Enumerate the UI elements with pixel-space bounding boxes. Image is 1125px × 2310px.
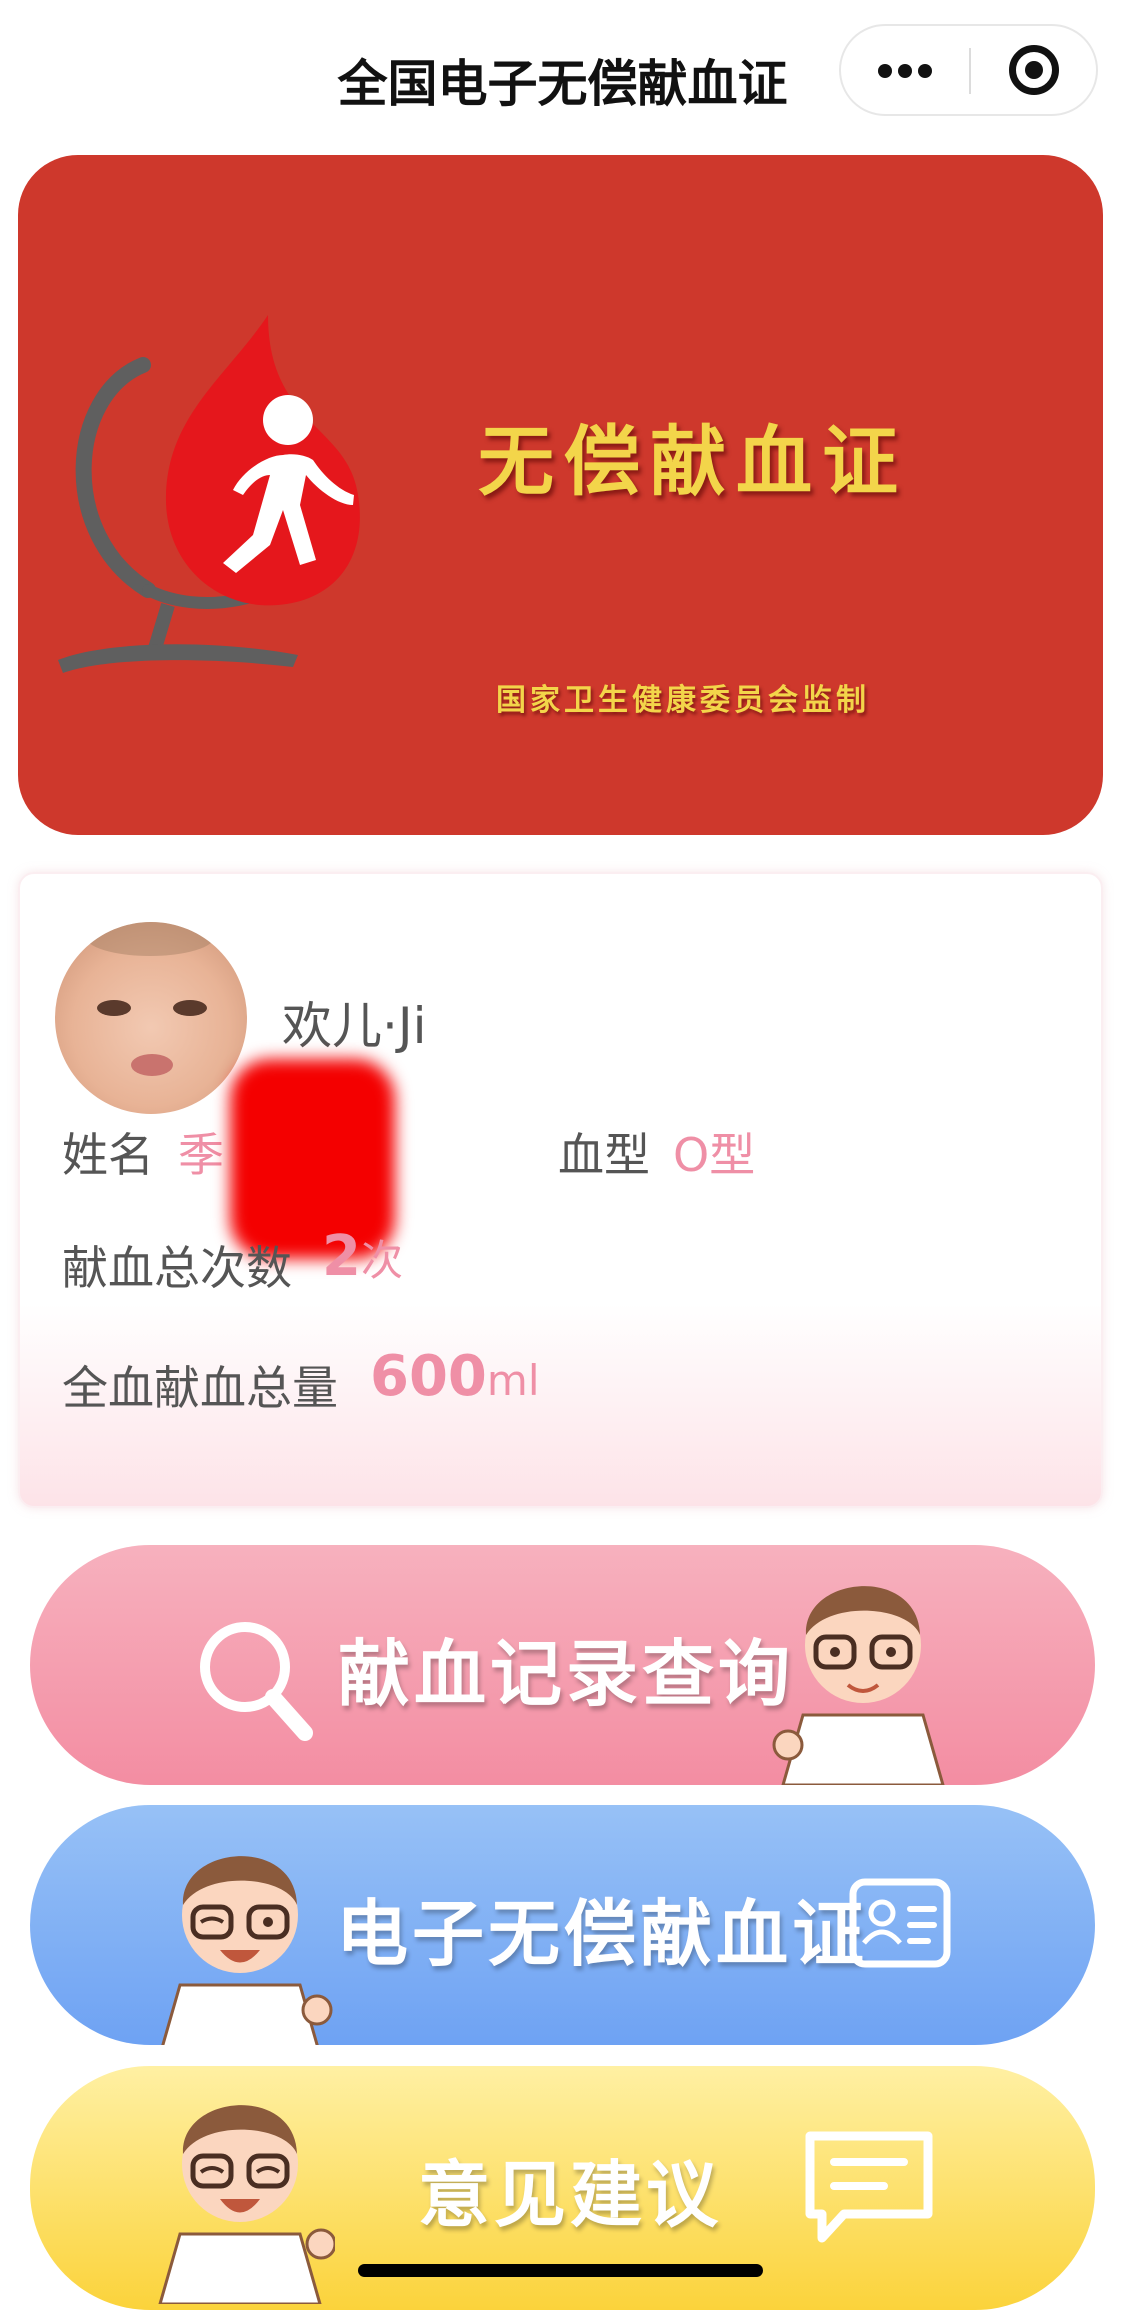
target-close-icon[interactable] — [971, 26, 1098, 114]
profile-card: 欢儿·Ji 姓名 季 血型 O型 献血总次数 2次 全血献血总量 600ml — [18, 872, 1103, 1508]
donation-count-unit: 次 — [360, 1236, 403, 1285]
user-nickname: 欢儿·Ji — [282, 997, 427, 1055]
certificate-issuer: 国家卫生健康委员会监制 — [496, 683, 870, 718]
certificate-card[interactable]: 无偿献血证 国家卫生健康委员会监制 — [18, 155, 1103, 835]
blood-type-value: O型 — [673, 1128, 756, 1182]
total-volume: 600ml — [370, 1344, 540, 1409]
id-card-icon — [849, 1878, 951, 1968]
donation-record-query-label: 献血记录查询 — [338, 1632, 795, 1716]
blood-donation-globe-logo — [58, 315, 360, 673]
donation-count-value: 2 — [322, 1224, 361, 1289]
page-title: 全国电子无偿献血证 — [337, 55, 788, 113]
total-volume-unit: ml — [486, 1356, 540, 1405]
donation-count: 2次 — [322, 1224, 403, 1289]
search-icon — [200, 1622, 313, 1741]
more-dots-icon[interactable] — [841, 26, 969, 114]
miniprogram-capsule — [839, 24, 1098, 116]
feedback-label: 意见建议 — [418, 2153, 723, 2237]
total-volume-value: 600 — [370, 1344, 487, 1409]
blood-type-label: 血型 — [558, 1128, 650, 1182]
electronic-certificate-label: 电子无偿献血证 — [336, 1892, 869, 1976]
message-bubble-icon — [805, 2131, 933, 2243]
donation-count-label: 献血总次数 — [62, 1241, 292, 1295]
electronic-certificate-button[interactable]: 电子无偿献血证 — [30, 1805, 1095, 2045]
avatar — [55, 922, 247, 1114]
total-volume-label: 全血献血总量 — [62, 1361, 338, 1415]
doctor-mascot-icon — [161, 1856, 333, 2045]
donation-record-query-button[interactable]: 献血记录查询 — [30, 1545, 1095, 1785]
name-value: 季 — [178, 1128, 224, 1182]
name-label: 姓名 — [62, 1128, 154, 1182]
home-indicator — [358, 2264, 763, 2277]
doctor-mascot-icon — [772, 1586, 945, 1785]
certificate-title: 无偿献血证 — [478, 417, 908, 506]
doctor-mascot-icon — [158, 2105, 335, 2304]
top-navbar: 全国电子无偿献血证 — [0, 0, 1125, 140]
